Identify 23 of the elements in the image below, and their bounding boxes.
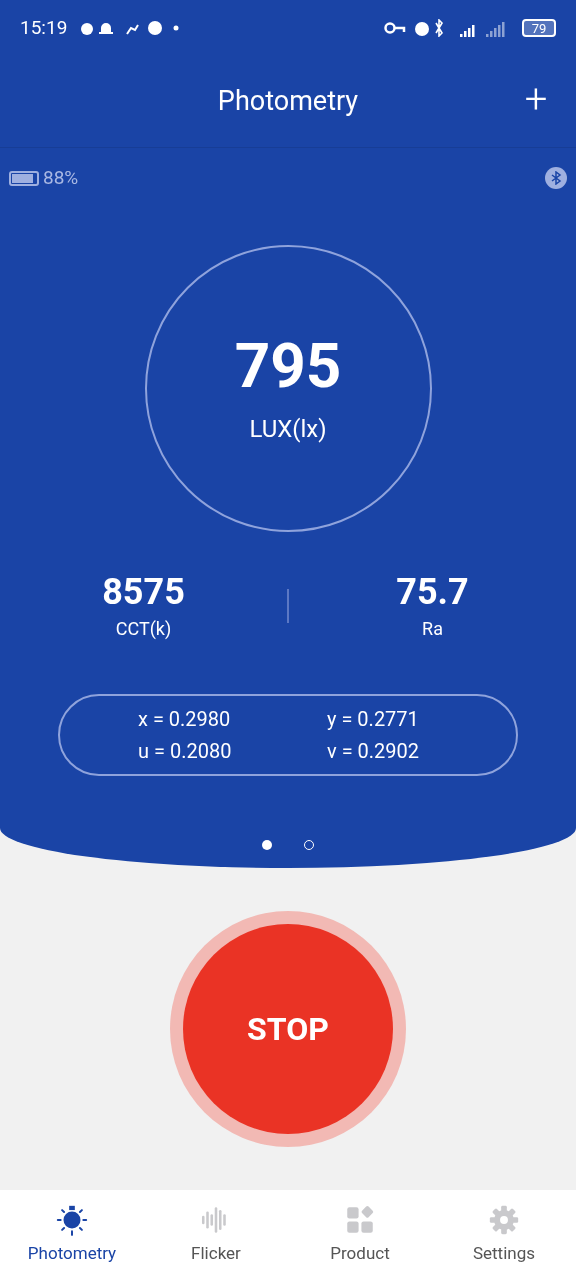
nav-tab[interactable]: Photometry — [0, 1190, 144, 1280]
add-button[interactable]: + — [516, 78, 556, 122]
nav-tab[interactable]: Flicker — [144, 1190, 288, 1280]
stat-value: 75.7 — [396, 569, 469, 615]
device-battery-icon — [9, 170, 39, 186]
stat-label: Ra — [422, 616, 443, 641]
coordinate-value: v = 0.2902 — [327, 740, 421, 761]
bluetooth-icon — [545, 167, 567, 190]
stat-label: CCT(k) — [115, 616, 172, 641]
device-battery-text: 88% — [43, 165, 79, 191]
stop-button[interactable]: STOP — [183, 924, 393, 1134]
stat-value: 8575 — [102, 569, 185, 615]
coordinate-value: x = 0.2980 — [138, 708, 232, 729]
nav-tab[interactable]: Product — [288, 1190, 432, 1280]
status-time: 15:19 — [20, 14, 68, 41]
nav-tab[interactable]: Settings — [432, 1190, 576, 1280]
lux-value: 795 — [234, 335, 342, 397]
coordinate-value: u = 0.2080 — [138, 740, 233, 761]
lux-unit: LUX(lx) — [249, 414, 327, 445]
lightbulb-icon — [55, 1203, 89, 1238]
phone-battery: 79 — [522, 19, 556, 37]
coordinate-value: y = 0.2771 — [327, 708, 420, 729]
page-title: Photometry — [217, 84, 359, 120]
